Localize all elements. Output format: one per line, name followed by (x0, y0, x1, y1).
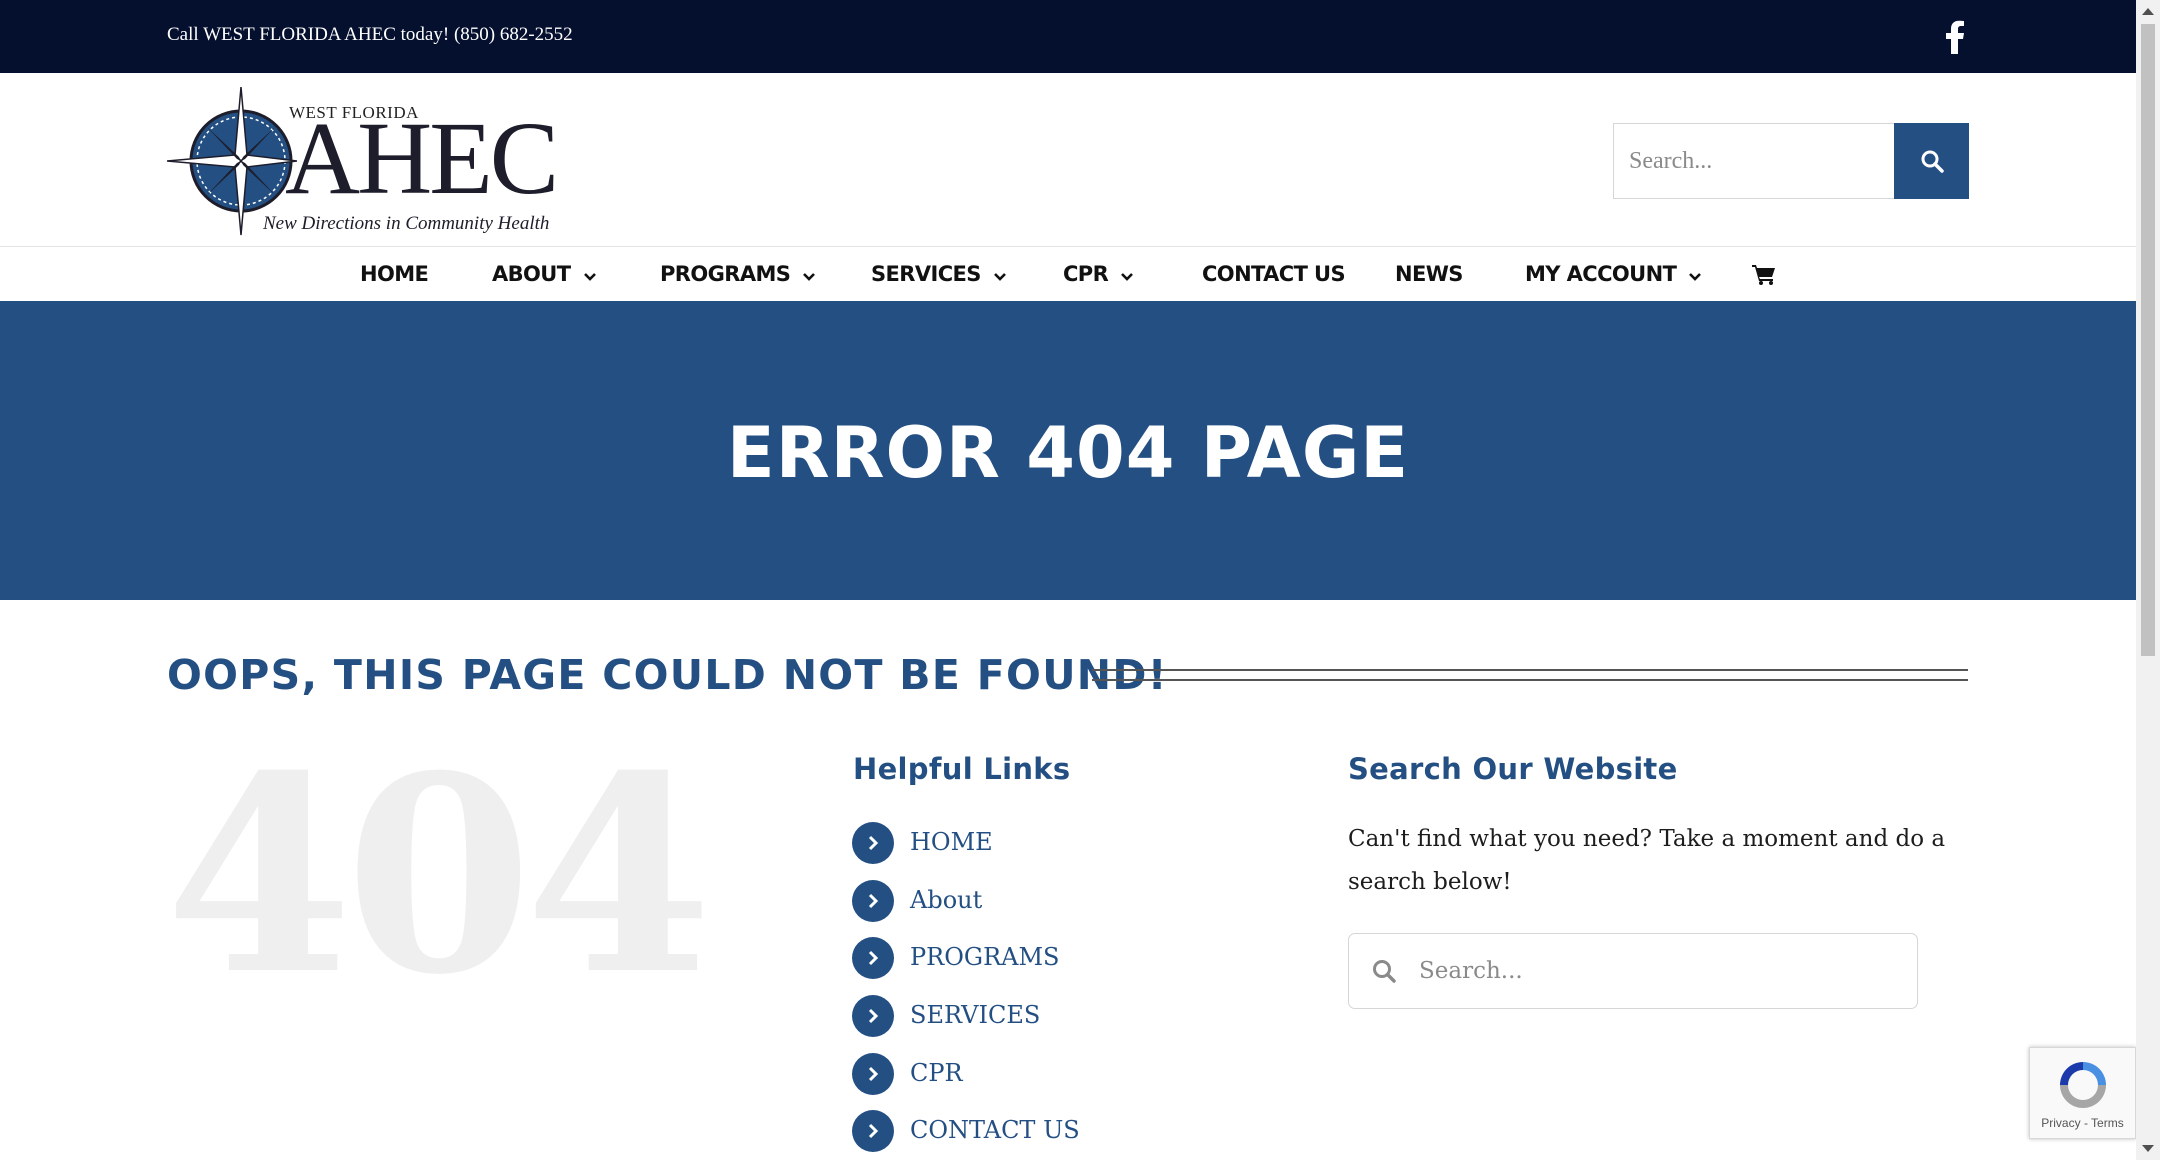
chevron-right-icon (852, 880, 894, 922)
scroll-up-arrow-icon[interactable] (2142, 8, 2154, 15)
helpful-link-about[interactable]: About (852, 880, 1252, 922)
main-nav: HOME ABOUT PROGRAMS SERVICES CPR CONTACT… (0, 248, 2136, 301)
logo-wordmark: AHEC (285, 101, 559, 216)
recaptcha-badge[interactable]: Privacy - Terms (2029, 1047, 2136, 1139)
helpful-link-label: About (910, 886, 983, 914)
recaptcha-terms[interactable]: Privacy - Terms (2030, 1116, 2135, 1130)
body-search (1348, 933, 1918, 1009)
search-section-title: Search Our Website (1348, 752, 1678, 786)
page-title: ERROR 404 PAGE (726, 412, 1410, 494)
nav-item-my-account[interactable]: MY ACCOUNT (1525, 248, 1702, 301)
nav-item-label: PROGRAMS (660, 262, 791, 286)
header-search-input[interactable] (1613, 123, 1894, 199)
nav-item-label: MY ACCOUNT (1525, 262, 1677, 286)
nav-item-services[interactable]: SERVICES (871, 248, 1007, 301)
nav-item-label: ABOUT (492, 262, 571, 286)
heading-separator (1092, 669, 1968, 681)
nav-item-label: HOME (360, 262, 429, 286)
search-icon (1921, 150, 1944, 173)
chevron-right-icon (852, 1053, 894, 1095)
nav-item-label: CPR (1063, 262, 1109, 286)
body-search-input[interactable] (1419, 936, 1899, 1006)
site-header: WEST FLORIDA AHEC New Directions in Comm… (0, 73, 2136, 247)
helpful-link-label: SERVICES (910, 1001, 1041, 1029)
helpful-link-programs[interactable]: PROGRAMS (852, 937, 1252, 979)
helpful-link-cpr[interactable]: CPR (852, 1053, 1252, 1095)
top-bar: Call WEST FLORIDA AHEC today! (850) 682-… (0, 0, 2136, 73)
nav-item-about[interactable]: ABOUT (492, 248, 597, 301)
recaptcha-icon (2060, 1062, 2106, 1108)
search-section-description: Can't find what you need? Take a moment … (1348, 826, 1946, 895)
cart-icon[interactable] (1752, 264, 1776, 286)
nav-item-cpr[interactable]: CPR (1063, 248, 1134, 301)
helpful-link-home[interactable]: HOME (852, 822, 1252, 864)
nav-item-label: CONTACT US (1202, 262, 1346, 286)
helpful-link-label: CPR (910, 1059, 963, 1087)
chevron-down-icon (583, 249, 597, 302)
site-logo[interactable]: WEST FLORIDA AHEC New Directions in Comm… (167, 87, 559, 237)
not-found-heading: OOPS, THIS PAGE COULD NOT BE FOUND! (167, 651, 1168, 699)
page-scrollbar[interactable] (2136, 0, 2160, 1160)
helpful-link-services[interactable]: SERVICES (852, 995, 1252, 1037)
helpful-link-label: CONTACT US (910, 1116, 1080, 1144)
scroll-down-arrow-icon[interactable] (2142, 1145, 2154, 1152)
logo-tagline: New Directions in Community Health (263, 213, 550, 234)
chevron-down-icon (993, 249, 1007, 302)
chevron-right-icon (852, 937, 894, 979)
header-search (1613, 123, 1969, 199)
facebook-icon[interactable] (1944, 20, 1966, 54)
error-code-watermark: 404 (165, 716, 713, 1034)
nav-item-label: NEWS (1395, 262, 1463, 286)
chevron-down-icon (802, 249, 816, 302)
phone-text: Call WEST FLORIDA AHEC today! (850) 682-… (167, 24, 573, 45)
nav-item-label: SERVICES (871, 262, 981, 286)
page-title-bar: ERROR 404 PAGE (0, 301, 2136, 600)
chevron-down-icon (1120, 249, 1134, 302)
chevron-down-icon (1688, 249, 1702, 302)
helpful-link-label: PROGRAMS (910, 943, 1060, 971)
nav-item-contact-us[interactable]: CONTACT US (1202, 248, 1346, 301)
helpful-link-contact-us[interactable]: CONTACT US (852, 1110, 1252, 1152)
chevron-right-icon (852, 1110, 894, 1152)
chevron-right-icon (852, 995, 894, 1037)
nav-item-home[interactable]: HOME (360, 248, 429, 301)
helpful-links-title: Helpful Links (853, 752, 1071, 786)
header-search-button[interactable] (1894, 123, 1969, 199)
nav-item-news[interactable]: NEWS (1395, 248, 1463, 301)
helpful-link-label: HOME (910, 828, 993, 856)
chevron-right-icon (852, 822, 894, 864)
scrollbar-thumb[interactable] (2141, 24, 2155, 656)
search-icon (1371, 958, 1397, 988)
nav-item-programs[interactable]: PROGRAMS (660, 248, 816, 301)
